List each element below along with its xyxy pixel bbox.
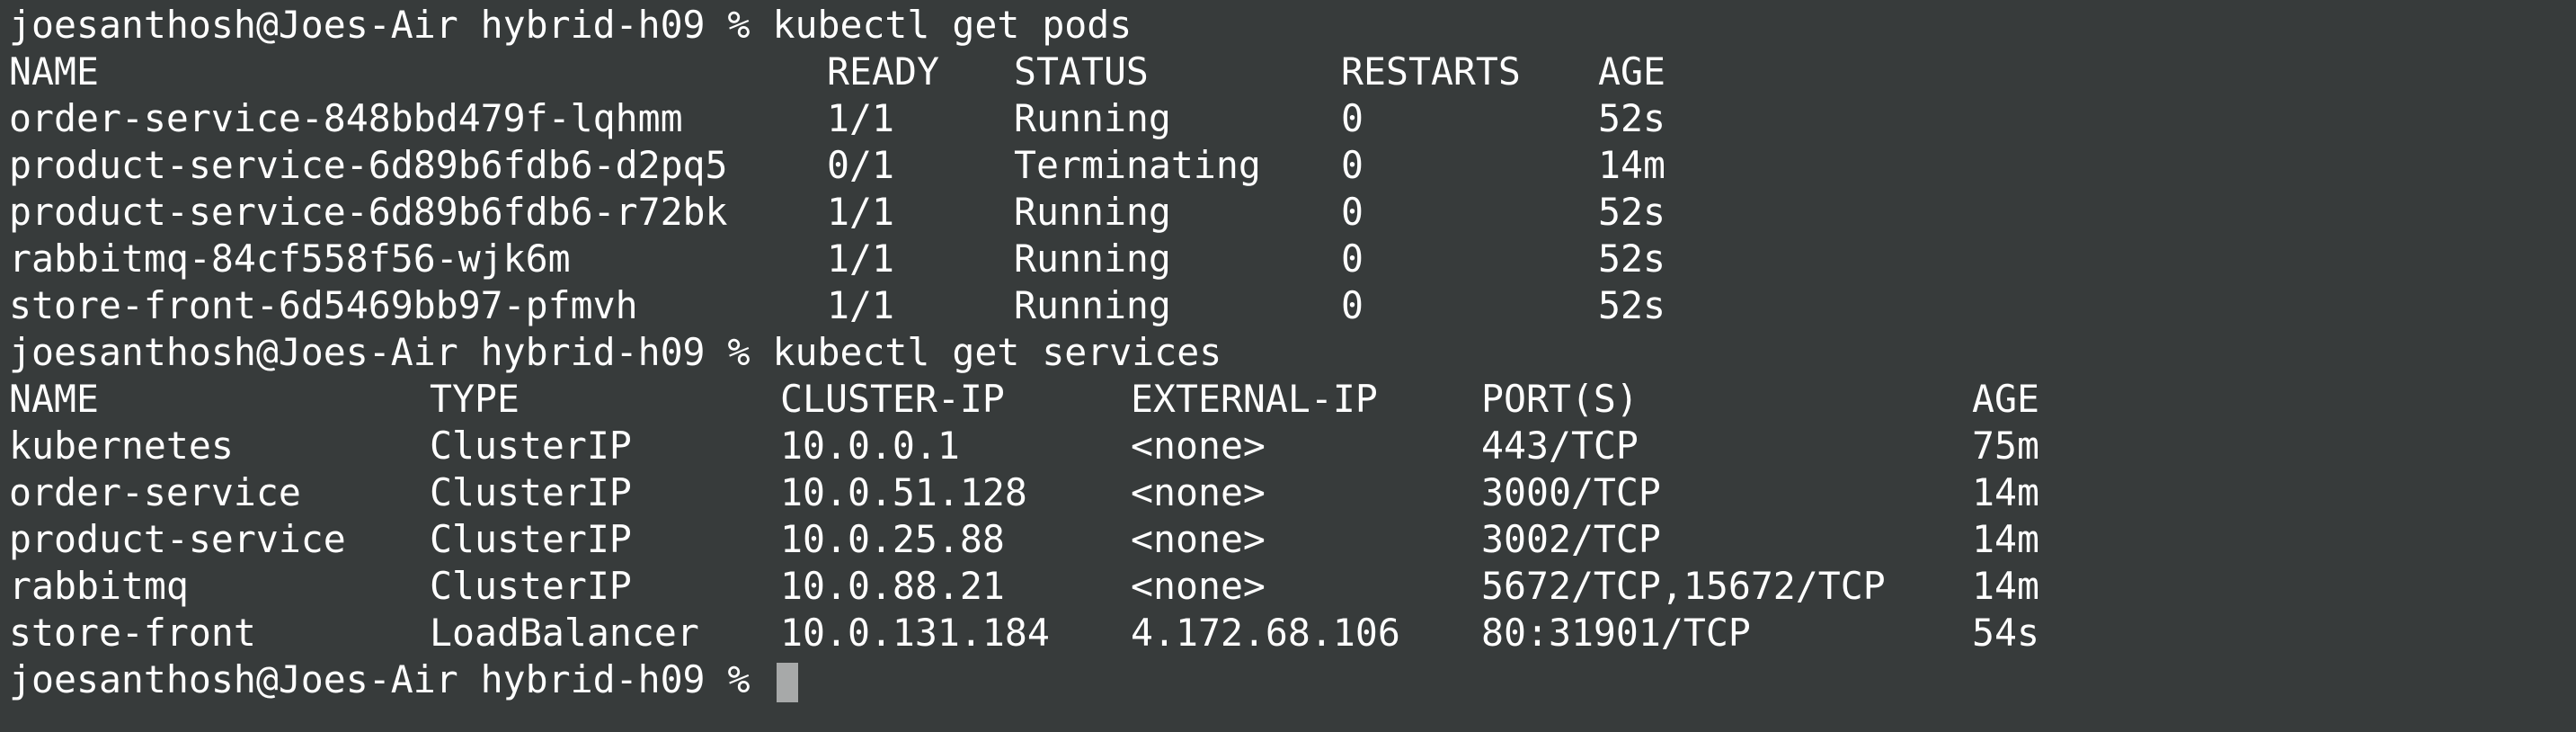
shell-prompt: joesanthosh@Joes-Air hybrid-h09 %	[9, 3, 773, 47]
service-name: store-front	[9, 611, 256, 655]
column-header: AGE	[1972, 377, 2039, 421]
service-cluster-ip: 10.0.51.128	[780, 470, 1027, 514]
pod-age: 52s	[1598, 96, 1666, 140]
pod-name: product-service-6d89b6fdb6-r72bk	[9, 190, 728, 234]
text-cursor[interactable]	[776, 663, 798, 702]
pod-age: 52s	[1598, 190, 1666, 234]
pod-restarts: 0	[1341, 143, 1364, 187]
service-ports: 80:31901/TCP	[1481, 611, 1751, 655]
pod-ready: 1/1	[827, 190, 894, 234]
command-text: kubectl get pods	[772, 3, 1133, 47]
pod-name: rabbitmq-84cf558f56-wjk6m	[9, 237, 571, 281]
column-header: PORT(S)	[1481, 377, 1639, 421]
pod-row: order-service-848bbd479f-lqhmm 1/1 Running…	[9, 95, 2576, 142]
column-header: NAME	[9, 49, 99, 94]
command-text: kubectl get services	[772, 330, 1222, 374]
services-table-header: NAME TYPE CLUSTER-IP EXTERNAL-IP PORT(S) AGE	[9, 376, 2576, 423]
service-name: kubernetes	[9, 424, 234, 468]
column-header: RESTARTS	[1341, 49, 1521, 94]
pod-age: 52s	[1598, 283, 1666, 327]
pod-ready: 0/1	[827, 143, 894, 187]
service-type: ClusterIP	[430, 517, 632, 561]
service-type: ClusterIP	[430, 564, 632, 608]
pod-name: store-front-6d5469bb97-pfmvh	[9, 283, 638, 327]
pod-status: Running	[1014, 96, 1171, 140]
pod-restarts: 0	[1341, 237, 1364, 281]
pod-ready: 1/1	[827, 283, 894, 327]
service-type: ClusterIP	[430, 424, 632, 468]
service-external-ip: <none>	[1131, 470, 1266, 514]
service-cluster-ip: 10.0.88.21	[780, 564, 1005, 608]
service-age: 75m	[1972, 424, 2039, 468]
pod-restarts: 0	[1341, 96, 1364, 140]
service-cluster-ip: 10.0.131.184	[780, 611, 1050, 655]
pod-row: rabbitmq-84cf558f56-wjk6m 1/1 Running 0 52s	[9, 236, 2576, 282]
service-age: 54s	[1972, 611, 2039, 655]
service-name: order-service	[9, 470, 301, 514]
pod-row: product-service-6d89b6fdb6-r72bk 1/1 Runni…	[9, 189, 2576, 236]
column-header: STATUS	[1014, 49, 1149, 94]
column-header: EXTERNAL-IP	[1131, 377, 1378, 421]
command-line-services: joesanthosh@Joes-Air hybrid-h09 % kubect…	[9, 329, 2576, 376]
pod-row: product-service-6d89b6fdb6-d2pq5 0/1 Termi…	[9, 142, 2576, 189]
pod-status: Running	[1014, 283, 1171, 327]
pod-name: product-service-6d89b6fdb6-d2pq5	[9, 143, 728, 187]
shell-prompt: joesanthosh@Joes-Air hybrid-h09 %	[9, 330, 773, 374]
pod-status: Running	[1014, 237, 1171, 281]
service-row: rabbitmq ClusterIP 10.0.88.21 <none> 5672/TC…	[9, 563, 2576, 610]
service-name: product-service	[9, 517, 346, 561]
service-external-ip: <none>	[1131, 564, 1266, 608]
column-header: TYPE	[430, 377, 520, 421]
service-external-ip: <none>	[1131, 424, 1266, 468]
service-row: store-front LoadBalancer 10.0.131.184 4.172…	[9, 610, 2576, 656]
pod-restarts: 0	[1341, 283, 1364, 327]
service-age: 14m	[1972, 517, 2039, 561]
column-header: AGE	[1598, 49, 1666, 94]
column-header: NAME	[9, 377, 99, 421]
service-row: kubernetes ClusterIP 10.0.0.1 <none> 443/TCP…	[9, 423, 2576, 469]
column-header: READY	[827, 49, 939, 94]
service-ports: 5672/TCP,15672/TCP	[1481, 564, 1886, 608]
service-row: product-service ClusterIP 10.0.25.88 <none>…	[9, 516, 2576, 563]
terminal-window[interactable]: joesanthosh@Joes-Air hybrid-h09 % kubect…	[0, 2, 2576, 732]
service-age: 14m	[1972, 470, 2039, 514]
pod-status: Running	[1014, 190, 1171, 234]
pods-table-header: NAME READY STATUS RESTARTS AGE	[9, 49, 2576, 95]
service-type: ClusterIP	[430, 470, 632, 514]
service-cluster-ip: 10.0.25.88	[780, 517, 1005, 561]
service-ports: 3002/TCP	[1481, 517, 1661, 561]
shell-prompt: joesanthosh@Joes-Air hybrid-h09 %	[9, 657, 773, 701]
pod-age: 52s	[1598, 237, 1666, 281]
current-prompt-line[interactable]: joesanthosh@Joes-Air hybrid-h09 %	[9, 656, 2576, 703]
pod-name: order-service-848bbd479f-lqhmm	[9, 96, 683, 140]
service-name: rabbitmq	[9, 564, 189, 608]
service-type: LoadBalancer	[430, 611, 699, 655]
service-age: 14m	[1972, 564, 2039, 608]
pod-ready: 1/1	[827, 96, 894, 140]
service-external-ip: 4.172.68.106	[1131, 611, 1400, 655]
service-row: order-service ClusterIP 10.0.51.128 <none> 3…	[9, 469, 2576, 516]
pod-age: 14m	[1598, 143, 1666, 187]
service-ports: 3000/TCP	[1481, 470, 1661, 514]
pod-row: store-front-6d5469bb97-pfmvh 1/1 Running 0 5…	[9, 282, 2576, 329]
service-cluster-ip: 10.0.0.1	[780, 424, 960, 468]
pod-restarts: 0	[1341, 190, 1364, 234]
service-external-ip: <none>	[1131, 517, 1266, 561]
pod-ready: 1/1	[827, 237, 894, 281]
column-header: CLUSTER-IP	[780, 377, 1005, 421]
service-ports: 443/TCP	[1481, 424, 1639, 468]
command-line-pods: joesanthosh@Joes-Air hybrid-h09 % kubect…	[9, 2, 2576, 49]
pod-status: Terminating	[1014, 143, 1261, 187]
